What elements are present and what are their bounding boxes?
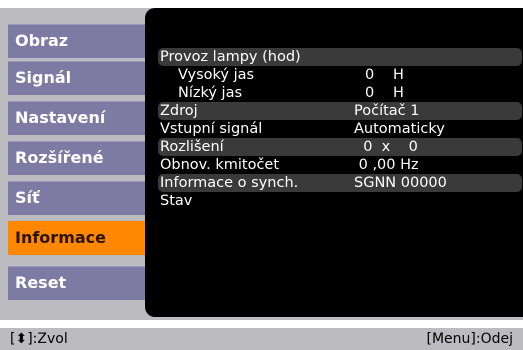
input-signal-label: Vstupní signál — [160, 121, 263, 137]
projector-menu: Obraz Signál Nastavení Rozšířené Síť Inf… — [0, 8, 523, 320]
tab-informace[interactable]: Informace — [8, 221, 150, 255]
sync-info-value: SGNN 00000 — [354, 175, 447, 191]
low-brightness-label: Nízký jas — [178, 85, 243, 101]
tab-nastaveni[interactable]: Nastavení — [8, 101, 149, 135]
menu-exit-hint: [Menu]:Odej — [426, 331, 514, 347]
footer-bar: [⬍]:Zvol [Menu]:Odej — [0, 328, 523, 350]
low-brightness-unit: H — [393, 85, 404, 101]
info-panel: Provoz lampy (hod) Vysoký jas 0 H Nízký … — [145, 8, 523, 317]
refresh-rate-value: 0 ,00 Hz — [354, 157, 419, 173]
tab-signal[interactable]: Signál — [8, 61, 149, 95]
select-hint: [⬍]:Zvol — [10, 331, 68, 347]
sync-info-row: Informace o synch. SGNN 00000 — [158, 174, 522, 192]
resolution-value: 0 x 0 — [354, 139, 418, 155]
lamp-hours-row: Provoz lampy (hod) — [158, 48, 522, 66]
low-brightness-row: Nízký jas 0 H — [158, 84, 522, 102]
lamp-hours-label: Provoz lampy (hod) — [160, 49, 301, 65]
tab-obraz[interactable]: Obraz — [8, 24, 149, 58]
high-brightness-label: Vysoký jas — [178, 67, 255, 83]
high-brightness-value: 0 — [365, 67, 375, 83]
source-value: Počítač 1 — [354, 103, 420, 119]
status-row: Stav — [158, 192, 522, 210]
resolution-row: Rozlišení 0 x 0 — [158, 138, 522, 156]
sync-info-label: Informace o synch. — [160, 175, 299, 191]
high-brightness-row: Vysoký jas 0 H — [158, 66, 522, 84]
source-row: Zdroj Počítač 1 — [158, 102, 522, 120]
tab-rozsirene[interactable]: Rozšířené — [8, 141, 149, 175]
resolution-label: Rozlišení — [160, 139, 224, 155]
source-label: Zdroj — [160, 103, 198, 119]
status-label: Stav — [160, 193, 193, 209]
input-signal-row: Vstupní signál Automaticky — [158, 120, 522, 138]
refresh-rate-label: Obnov. kmitočet — [160, 157, 280, 173]
low-brightness-value: 0 — [365, 85, 375, 101]
input-signal-value: Automaticky — [354, 121, 445, 137]
menu-sidebar: Obraz Signál Nastavení Rozšířené Síť Inf… — [0, 8, 150, 320]
tab-sit[interactable]: Síť — [8, 181, 149, 215]
tab-reset[interactable]: Reset — [8, 266, 149, 300]
high-brightness-unit: H — [393, 67, 404, 83]
refresh-rate-row: Obnov. kmitočet 0 ,00 Hz — [158, 156, 522, 174]
